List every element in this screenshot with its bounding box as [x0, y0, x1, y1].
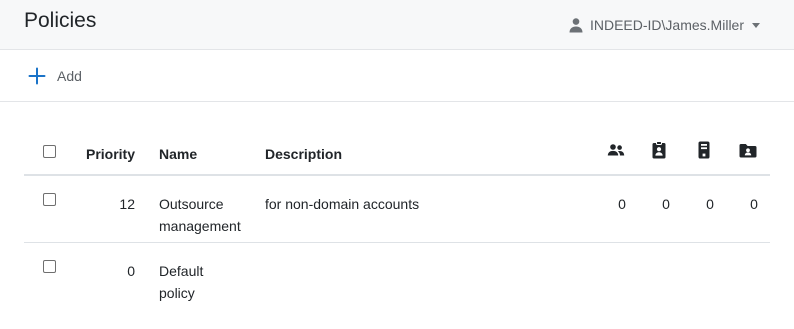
- row-checkbox[interactable]: [43, 193, 56, 206]
- row-badges-count: 0: [662, 196, 670, 212]
- user-menu[interactable]: INDEED-ID\James.Miller: [568, 16, 760, 34]
- select-all-checkbox[interactable]: [43, 145, 56, 158]
- app-header: Policies INDEED-ID\James.Miller: [0, 0, 794, 50]
- row-name[interactable]: Outsource management: [159, 193, 259, 237]
- row-priority: 12: [119, 196, 135, 212]
- users-icon: [607, 141, 625, 159]
- column-header-description[interactable]: Description: [265, 146, 342, 162]
- row-checkbox[interactable]: [43, 260, 56, 273]
- toolbar: Add: [0, 51, 794, 102]
- row-name[interactable]: Default policy: [159, 260, 219, 304]
- row-users-count: 0: [618, 196, 626, 212]
- column-header-name[interactable]: Name: [159, 146, 197, 162]
- chevron-down-icon: [752, 23, 760, 28]
- row-folders-count: 0: [750, 196, 758, 212]
- plus-icon: [28, 67, 46, 85]
- table-row[interactable]: 0 Default policy: [24, 243, 770, 310]
- column-header-priority[interactable]: Priority: [86, 146, 135, 162]
- add-button-label: Add: [57, 68, 82, 84]
- table-row[interactable]: 12 Outsource management for non-domain a…: [24, 176, 770, 243]
- row-description: for non-domain accounts: [265, 196, 420, 212]
- folder-user-icon: [739, 141, 757, 159]
- id-badge-icon: [650, 141, 668, 159]
- device-icon: [695, 141, 713, 159]
- user-name: INDEED-ID\James.Miller: [589, 17, 744, 33]
- page-title: Policies: [24, 9, 97, 32]
- table-header-row: Priority Name Description: [24, 130, 770, 176]
- row-priority: 0: [127, 263, 135, 279]
- row-devices-count: 0: [706, 196, 714, 212]
- policies-table: Priority Name Description 12 Outsource m…: [24, 130, 770, 310]
- person-icon: [568, 17, 584, 33]
- add-button[interactable]: Add: [28, 64, 82, 88]
